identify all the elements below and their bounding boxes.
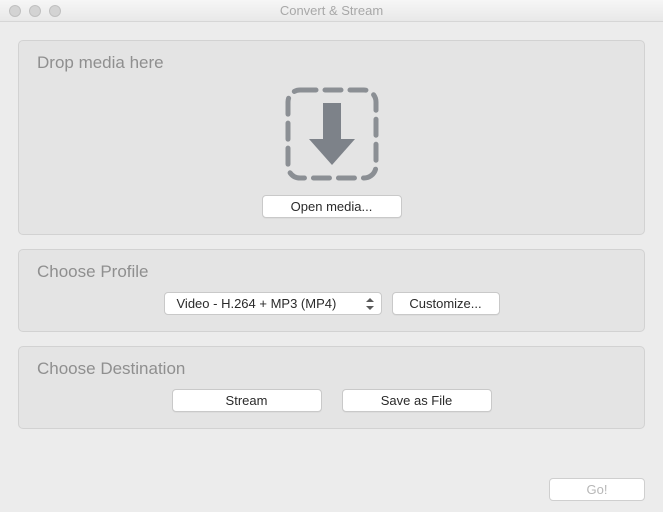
- zoom-window-button[interactable]: [49, 5, 61, 17]
- go-button[interactable]: Go!: [549, 478, 645, 501]
- choose-destination-panel: Choose Destination Stream Save as File: [18, 346, 645, 429]
- customize-profile-button[interactable]: Customize...: [392, 292, 500, 315]
- titlebar: Convert & Stream: [0, 0, 663, 22]
- profile-select-value: Video - H.264 + MP3 (MP4): [177, 296, 365, 311]
- window-title: Convert & Stream: [0, 3, 663, 18]
- minimize-window-button[interactable]: [29, 5, 41, 17]
- stream-button[interactable]: Stream: [172, 389, 322, 412]
- updown-stepper-icon: [365, 298, 375, 310]
- choose-profile-title: Choose Profile: [37, 262, 628, 282]
- footer: Go!: [549, 478, 645, 501]
- drop-arrow-icon: [285, 87, 379, 181]
- drop-media-title: Drop media here: [37, 53, 628, 73]
- save-as-file-button[interactable]: Save as File: [342, 389, 492, 412]
- profile-select[interactable]: Video - H.264 + MP3 (MP4): [164, 292, 382, 315]
- choose-destination-title: Choose Destination: [37, 359, 628, 379]
- close-window-button[interactable]: [9, 5, 21, 17]
- drop-media-panel: Drop media here Open media...: [18, 40, 645, 235]
- content-area: Drop media here Open media... Choose Pro…: [0, 22, 663, 429]
- open-media-button[interactable]: Open media...: [262, 195, 402, 218]
- media-dropzone[interactable]: [285, 87, 379, 181]
- window-controls: [0, 5, 61, 17]
- choose-profile-panel: Choose Profile Video - H.264 + MP3 (MP4)…: [18, 249, 645, 332]
